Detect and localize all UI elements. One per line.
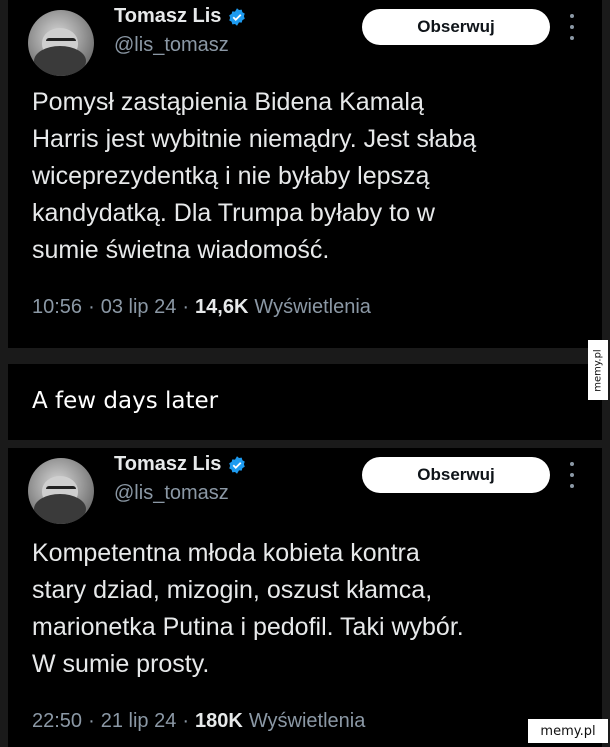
tweet-card-2: Tomasz Lis @lis_tomasz Obserwuj Kompeten…	[8, 448, 602, 747]
author-handle[interactable]: @lis_tomasz	[114, 482, 229, 505]
views-count: 180K	[195, 710, 243, 732]
author-row: Tomasz Lis	[114, 5, 247, 28]
avatar[interactable]	[28, 458, 94, 524]
meta-separator: ·	[88, 296, 95, 318]
author-name[interactable]: Tomasz Lis	[114, 5, 221, 28]
watermark-side: memy.pl	[588, 340, 608, 400]
tweet-text: Kompetentna młoda kobieta kontra stary d…	[32, 539, 464, 678]
caption-text: A few days later	[32, 388, 219, 414]
tweet-text: Pomysł zastąpienia Bidena Kamalą Harris …	[32, 88, 477, 264]
more-options-icon[interactable]	[568, 14, 576, 40]
verified-badge-icon	[229, 455, 246, 474]
follow-button[interactable]: Obserwuj	[362, 457, 550, 493]
more-options-icon[interactable]	[568, 462, 576, 488]
meta-separator: ·	[182, 296, 190, 318]
author-name[interactable]: Tomasz Lis	[114, 453, 221, 476]
tweet-date[interactable]: 03 lip 24	[101, 296, 177, 319]
avatar[interactable]	[28, 10, 94, 76]
views-label: Wyświetlenia	[254, 296, 371, 318]
tweet-date[interactable]: 21 lip 24	[101, 710, 177, 733]
follow-button[interactable]: Obserwuj	[362, 9, 550, 45]
tweet-meta: 10:56 · 03 lip 24 · 14,6K Wyświetlenia	[32, 296, 371, 319]
verified-badge-icon	[229, 7, 246, 26]
tweet-card-1: Tomasz Lis @lis_tomasz Obserwuj Pomysł z…	[8, 0, 602, 348]
tweet-time[interactable]: 22:50	[32, 710, 82, 733]
meta-separator: ·	[182, 710, 190, 732]
tweet-time[interactable]: 10:56	[32, 296, 82, 319]
author-handle[interactable]: @lis_tomasz	[114, 34, 229, 57]
caption-banner: A few days later	[8, 364, 602, 440]
views-count: 14,6K	[195, 296, 249, 318]
watermark-side-text: memy.pl	[592, 348, 604, 392]
watermark-corner: memy.pl	[528, 719, 608, 743]
author-row: Tomasz Lis	[114, 453, 247, 476]
tweet-meta: 22:50 · 21 lip 24 · 180K Wyświetlenia	[32, 710, 365, 733]
views-label: Wyświetlenia	[248, 710, 366, 732]
meta-separator: ·	[88, 710, 95, 732]
